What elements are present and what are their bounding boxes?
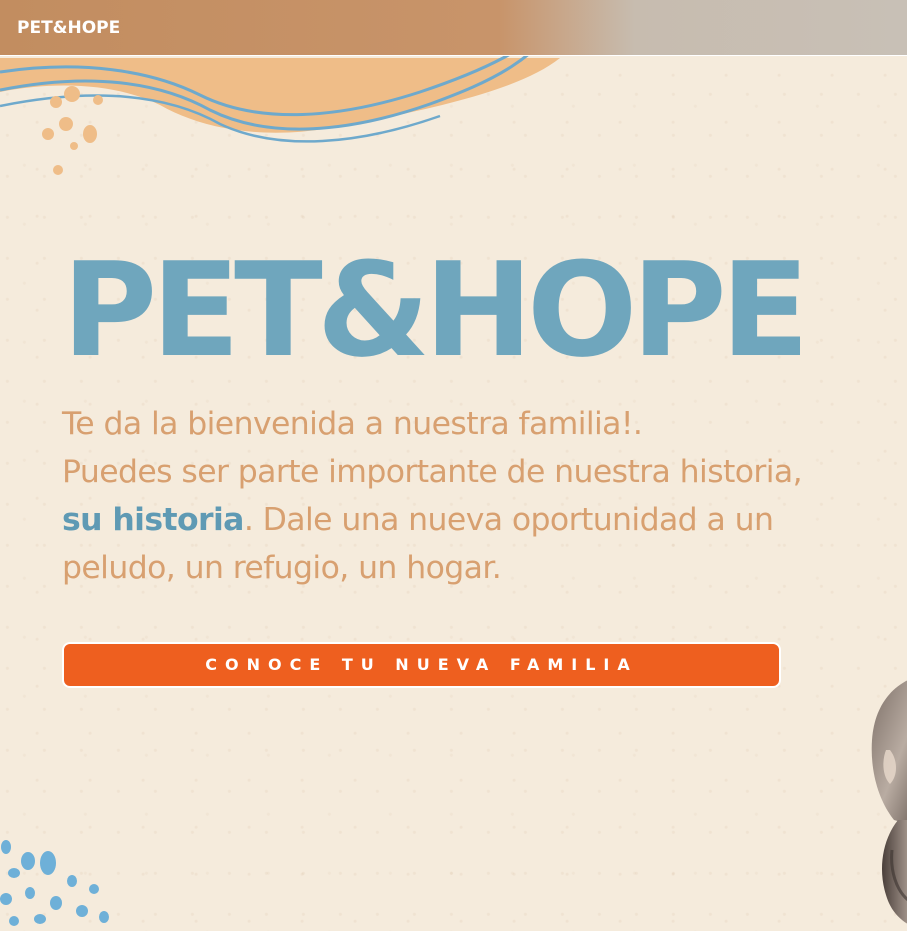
pet-photo xyxy=(871,680,907,924)
hero-line-2: Puedes ser parte importante de nuestra h… xyxy=(62,454,803,490)
brand-logo-link[interactable]: PET&HOPE xyxy=(17,18,120,38)
top-navigation-bar: PET&HOPE xyxy=(0,0,907,56)
hero-line-1: Te da la bienvenida a nuestra familia!. xyxy=(62,406,643,442)
hero-line-4: peludo, un refugio, un hogar. xyxy=(62,550,502,586)
dot-cluster-decoration xyxy=(0,840,109,926)
hero-description: Te da la bienvenida a nuestra familia!. P… xyxy=(62,400,882,592)
hero-line-3: . Dale una nueva oportunidad a un xyxy=(243,502,774,538)
hero-title: PET&HOPE xyxy=(62,234,810,386)
meet-family-button[interactable]: CONOCE TU NUEVA FAMILIA xyxy=(62,642,781,688)
hero-highlight: su historia xyxy=(62,502,244,538)
